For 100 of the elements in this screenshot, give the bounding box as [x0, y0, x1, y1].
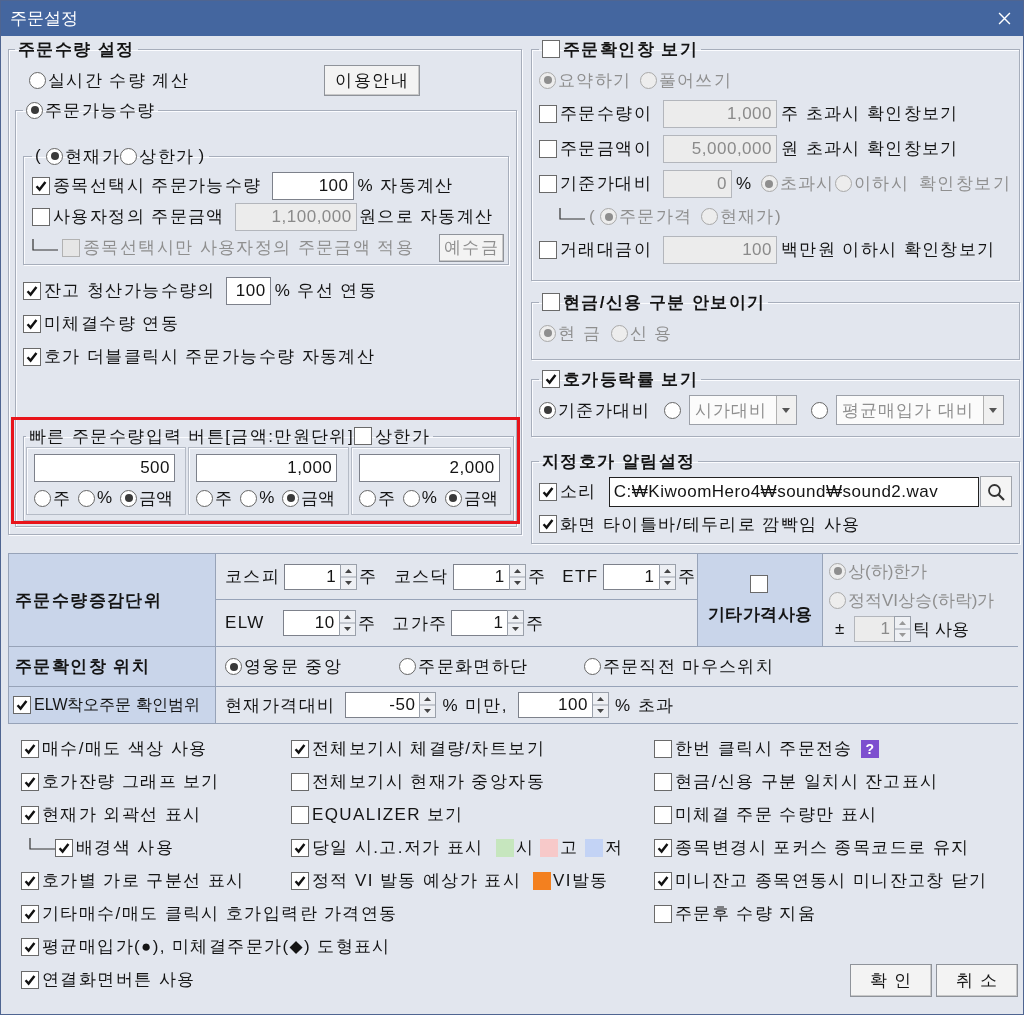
radio-button[interactable] — [811, 401, 828, 419]
input-field[interactable]: 500 — [34, 454, 175, 482]
checkbox[interactable] — [21, 970, 39, 989]
checkbox[interactable] — [21, 772, 39, 791]
radio-button[interactable] — [78, 489, 95, 507]
checkbox[interactable] — [21, 805, 39, 824]
radio-button[interactable] — [399, 658, 417, 675]
checkbox-label[interactable]: 호가별 가로 구분선 표시 — [42, 869, 245, 892]
swatch-icon[interactable] — [532, 871, 551, 890]
radio-button[interactable] — [26, 101, 43, 119]
swatch-icon[interactable] — [540, 838, 559, 857]
radio-button[interactable] — [225, 658, 242, 675]
radio-label[interactable]: 영웅문 중앙 — [244, 655, 343, 678]
radio-label[interactable]: 주문화면하단 — [418, 655, 529, 678]
input-field[interactable]: 2,000 — [358, 454, 500, 482]
number-field[interactable]: 1 — [451, 610, 508, 636]
checkbox-label[interactable]: 종목변경시 포커스 종목코드로 유지 — [675, 836, 970, 859]
number-field[interactable]: 10 — [282, 610, 339, 636]
checkbox-label[interactable]: 화면 타이틀바/테두리로 깜빡임 사용 — [560, 512, 861, 536]
checkbox[interactable] — [542, 370, 560, 388]
checkbox[interactable] — [23, 314, 41, 333]
checkbox[interactable] — [21, 739, 39, 758]
checkbox[interactable] — [21, 904, 39, 923]
search-button[interactable] — [979, 476, 1012, 507]
checkbox-label[interactable]: 미니잔고 종목연동시 미니잔고창 닫기 — [675, 869, 988, 892]
checkbox-label[interactable]: 상한가 — [375, 424, 431, 448]
checkbox[interactable] — [23, 347, 41, 366]
spin-arrows-icon[interactable] — [658, 563, 676, 590]
guide-button[interactable]: 이용안내 — [324, 64, 420, 96]
file-path-field[interactable]: C:₩KiwoomHero4₩sound₩sound2.wav — [608, 476, 979, 507]
spin-arrows-icon[interactable] — [507, 610, 525, 636]
checkbox[interactable] — [291, 871, 309, 890]
checkbox[interactable] — [654, 871, 672, 890]
checkbox-label[interactable]: ELW착오주문 확인범위 — [34, 694, 200, 716]
checkbox-label[interactable]: 평균매입가(●), 미체결주문가(◆) 도형표시 — [42, 935, 391, 958]
checkbox-label[interactable]: 현재가 외곽선 표시 — [42, 803, 202, 826]
checkbox[interactable] — [291, 838, 309, 857]
radio-button[interactable] — [664, 401, 681, 419]
checkbox-label[interactable]: 호가등락률 보기 — [563, 367, 698, 391]
checkbox-label[interactable]: 현금/신용 구분 일치시 잔고표시 — [675, 770, 939, 793]
radio-label[interactable]: 상한가 — [139, 144, 195, 168]
radio-button[interactable] — [120, 147, 138, 165]
spin-arrows-icon[interactable] — [340, 563, 358, 590]
input-field[interactable]: 100 — [271, 171, 354, 200]
radio-label[interactable]: 금액 — [139, 486, 174, 510]
checkbox[interactable] — [539, 482, 557, 501]
checkbox-label[interactable]: EQUALIZER 보기 — [312, 803, 464, 826]
checkbox-label[interactable]: 미체결 주문 수량만 표시 — [675, 803, 878, 826]
number-field[interactable]: 1 — [602, 563, 659, 590]
checkbox[interactable] — [291, 772, 309, 791]
checkbox[interactable] — [21, 937, 39, 956]
radio-label[interactable]: 금액 — [301, 486, 336, 510]
radio-button[interactable] — [282, 489, 300, 507]
checkbox-label[interactable]: 한번 클릭시 주문전송 — [675, 737, 853, 760]
radio-button[interactable] — [358, 489, 376, 507]
radio-button[interactable] — [196, 489, 214, 507]
radio-label[interactable]: 주문가능수량 — [45, 98, 156, 122]
spin-arrows-icon[interactable] — [419, 692, 437, 718]
checkbox[interactable] — [654, 772, 672, 791]
checkbox[interactable] — [32, 176, 50, 195]
radio-label[interactable]: % — [97, 488, 113, 508]
dialog-button[interactable]: 확 인 — [850, 964, 932, 997]
radio-label[interactable]: 주 — [377, 486, 395, 510]
radio-label[interactable]: % — [259, 488, 275, 508]
checkbox-label[interactable]: 당일 시.고.저가 표시 — [312, 836, 484, 859]
checkbox[interactable] — [654, 739, 672, 758]
checkbox[interactable] — [13, 696, 31, 714]
radio-button[interactable] — [120, 489, 138, 507]
checkbox-label[interactable]: 연결화면버튼 사용 — [42, 968, 196, 991]
checkbox-label[interactable]: 종목선택시 주문가능수량 — [53, 174, 262, 197]
radio-button[interactable] — [29, 71, 46, 89]
checkbox-label[interactable]: 전체보기시 현재가 중앙자동 — [312, 770, 546, 793]
radio-button[interactable] — [46, 147, 64, 165]
checkbox[interactable] — [291, 805, 309, 824]
checkbox[interactable] — [654, 838, 672, 857]
checkbox[interactable] — [55, 838, 73, 857]
radio-label[interactable]: 금액 — [463, 486, 498, 510]
radio-button[interactable] — [539, 401, 556, 419]
input-field[interactable]: 100 — [225, 276, 271, 305]
radio-label[interactable]: % — [421, 488, 437, 508]
checkbox[interactable] — [539, 515, 557, 533]
close-icon[interactable] — [998, 12, 1011, 25]
radio-label[interactable]: 현재가 — [65, 144, 121, 168]
checkbox[interactable] — [23, 281, 41, 300]
radio-button[interactable] — [583, 658, 601, 675]
checkbox[interactable] — [654, 805, 672, 824]
swatch-icon[interactable] — [584, 838, 603, 857]
radio-button[interactable] — [240, 489, 258, 507]
spin-arrows-icon[interactable] — [338, 610, 356, 636]
radio-button[interactable] — [402, 489, 420, 507]
number-field[interactable]: 1 — [284, 563, 341, 590]
help-button[interactable]: ? — [860, 739, 879, 758]
radio-label[interactable]: 주 — [215, 486, 233, 510]
checkbox-label[interactable]: 잔고 청산가능수량의 — [44, 279, 216, 302]
radio-label[interactable]: 주문직전 마우스위치 — [602, 655, 775, 678]
input-field[interactable]: 1,000 — [196, 454, 338, 482]
checkbox-label[interactable]: 기타매수/매도 클릭시 호가입력란 가격연동 — [42, 902, 398, 925]
spin-arrows-icon[interactable] — [591, 692, 609, 718]
radio-label[interactable]: 기준가대비 — [558, 398, 650, 422]
spin-arrows-icon[interactable] — [508, 563, 526, 590]
